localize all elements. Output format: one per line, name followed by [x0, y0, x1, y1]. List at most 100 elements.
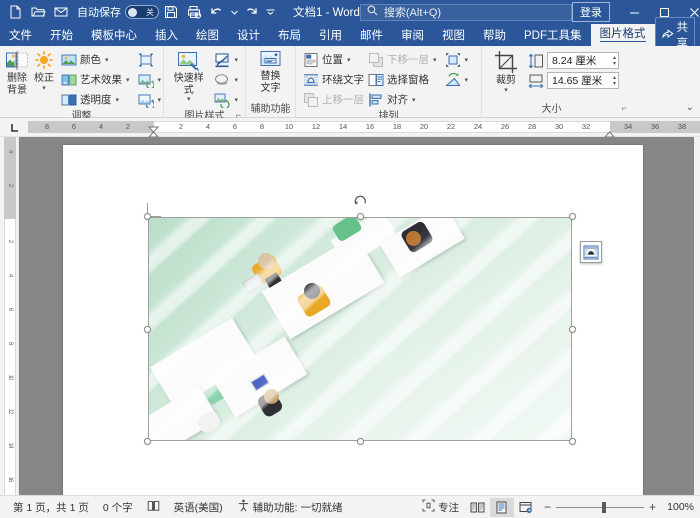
chevron-down-icon[interactable]: ▾ [234, 96, 238, 104]
customize-qat-icon[interactable] [263, 2, 277, 22]
tab-layout[interactable]: 布局 [269, 24, 310, 46]
chevron-down-icon[interactable]: ▾ [412, 96, 416, 104]
horizontal-ruler[interactable]: 8 6 4 2 2 4 6 8 10 12 14 16 18 20 22 24 … [0, 118, 700, 137]
shape-height-input[interactable]: 8.24 厘米 ▴▾ [547, 52, 619, 69]
resize-handle-ne[interactable] [569, 213, 576, 220]
tab-help[interactable]: 帮助 [474, 24, 515, 46]
tab-insert[interactable]: 插入 [146, 24, 187, 46]
shape-width-input[interactable]: 14.65 厘米 ▴▾ [547, 72, 619, 89]
tab-references[interactable]: 引用 [310, 24, 351, 46]
collapse-ribbon-button[interactable]: ⌄ [686, 102, 694, 113]
tab-view[interactable]: 视图 [433, 24, 474, 46]
tab-design[interactable]: 设计 [228, 24, 269, 46]
tab-file[interactable]: 文件 [0, 24, 41, 46]
redo-icon[interactable] [240, 2, 262, 22]
zoom-level-label[interactable]: 100% [662, 501, 694, 513]
zoom-track[interactable] [556, 507, 644, 508]
chevron-down-icon[interactable]: ▾ [158, 96, 162, 104]
crop-button[interactable]: 裁剪 ▾ [486, 48, 526, 95]
tab-mailings[interactable]: 邮件 [351, 24, 392, 46]
layout-options-button[interactable] [580, 241, 602, 263]
chevron-down-icon[interactable]: ▾ [116, 96, 120, 104]
folder-open-icon[interactable] [27, 2, 49, 22]
chevron-down-icon[interactable]: ▾ [465, 56, 469, 64]
rotate-handle[interactable] [354, 195, 367, 208]
tab-pdf-tools[interactable]: PDF工具集 [515, 24, 591, 46]
change-picture-button[interactable]: ▾ [135, 70, 165, 89]
resize-handle-se[interactable] [569, 438, 576, 445]
tab-home[interactable]: 开始 [41, 24, 82, 46]
resize-handle-nw[interactable] [144, 213, 151, 220]
zoom-thumb[interactable] [602, 502, 606, 513]
zoom-slider[interactable]: − + [538, 500, 662, 514]
picture-border-button[interactable]: ▾ [211, 50, 241, 69]
resize-handle-s[interactable] [357, 438, 364, 445]
read-mode-view-button[interactable] [466, 498, 490, 517]
wrap-text-button[interactable]: 环绕文字 [300, 70, 367, 89]
focus-mode-button[interactable]: 专注 [415, 499, 466, 515]
rotate-objects-button[interactable]: ▾ [442, 70, 472, 89]
document-page[interactable] [63, 145, 643, 495]
print-preview-icon[interactable] [183, 2, 205, 22]
artistic-effects-button[interactable]: 艺术效果 ▾ [58, 70, 133, 89]
resize-handle-w[interactable] [144, 326, 151, 333]
tab-template-center[interactable]: 模板中心 [82, 24, 146, 46]
chevron-down-icon[interactable]: ▾ [158, 76, 162, 84]
transparency-button[interactable]: 透明度 ▾ [58, 90, 133, 109]
resize-handle-n[interactable] [357, 213, 364, 220]
dialog-launcher-icon[interactable]: ⌐ [622, 101, 627, 116]
spinner-arrows[interactable]: ▴▾ [613, 75, 616, 87]
chevron-down-icon[interactable]: ▾ [504, 88, 508, 93]
vertical-ruler[interactable]: 4 2 2 4 6 8 10 12 14 16 [0, 137, 19, 495]
print-layout-view-button[interactable] [490, 498, 514, 517]
save-icon[interactable] [160, 2, 182, 22]
new-document-icon[interactable] [4, 2, 26, 22]
search-input[interactable]: 搜索(Alt+Q) [360, 4, 572, 21]
chevron-down-icon[interactable]: ▾ [465, 76, 469, 84]
group-objects-button[interactable]: ▾ [442, 50, 472, 69]
chevron-down-icon[interactable]: ▾ [187, 97, 191, 102]
web-layout-view-button[interactable] [514, 498, 538, 517]
chevron-down-icon[interactable]: ▾ [234, 56, 238, 64]
resize-handle-sw[interactable] [144, 438, 151, 445]
alt-text-button[interactable]: 替换 文字 [250, 48, 291, 96]
picture-layout-button[interactable]: ▾ [211, 90, 241, 109]
remove-background-button[interactable]: 删除背景 [4, 48, 30, 98]
chevron-down-icon[interactable]: ▾ [234, 76, 238, 84]
tab-draw[interactable]: 绘图 [187, 24, 228, 46]
chevron-down-icon[interactable]: ▾ [126, 76, 130, 84]
reset-picture-button[interactable]: ▾ [135, 90, 165, 109]
autosave-toggle[interactable]: 关 [125, 5, 159, 19]
ruler-track[interactable]: 8 6 4 2 2 4 6 8 10 12 14 16 18 20 22 24 … [28, 120, 696, 134]
resize-handle-e[interactable] [569, 326, 576, 333]
accessibility-status[interactable]: 辅助功能: 一切就绪 [230, 499, 350, 515]
page-indicator[interactable]: 第 1 页，共 1 页 [6, 500, 96, 515]
tab-review[interactable]: 审阅 [392, 24, 433, 46]
position-button[interactable]: 位置 ▾ [300, 50, 367, 69]
undo-icon[interactable] [206, 2, 228, 22]
undo-dropdown-icon[interactable] [229, 2, 239, 22]
spinner-arrows[interactable]: ▴▾ [613, 55, 616, 67]
word-count[interactable]: 0 个字 [96, 500, 140, 515]
vertical-scrollbar[interactable] [694, 137, 700, 495]
proofing-status[interactable] [140, 500, 167, 515]
picture-effects-button[interactable]: ▾ [211, 70, 241, 89]
minimize-button[interactable] [620, 0, 650, 24]
tab-picture-format[interactable]: 图片格式 [591, 24, 655, 46]
zoom-out-button[interactable]: − [544, 500, 551, 514]
zoom-in-button[interactable]: + [649, 500, 656, 514]
selection-pane-button[interactable]: 选择窗格 [365, 70, 440, 89]
inserted-picture[interactable] [148, 217, 572, 441]
sign-in-button[interactable]: 登录 [572, 2, 610, 22]
align-button[interactable]: 对齐 ▾ [365, 90, 440, 109]
tab-stop-selector[interactable] [0, 118, 28, 137]
chevron-down-icon[interactable]: ▾ [347, 56, 351, 64]
chevron-down-icon[interactable]: ▾ [105, 56, 109, 64]
quick-styles-button[interactable]: 快速样式 ▾ [168, 48, 209, 104]
picture-color-button[interactable]: 颜色 ▾ [58, 50, 133, 69]
document-canvas[interactable] [19, 137, 694, 495]
corrections-button[interactable]: 校正 ▾ [32, 48, 56, 93]
compress-pictures-button[interactable] [135, 50, 165, 69]
language-status[interactable]: 英语(美国) [167, 500, 230, 515]
envelope-icon[interactable] [50, 2, 72, 22]
